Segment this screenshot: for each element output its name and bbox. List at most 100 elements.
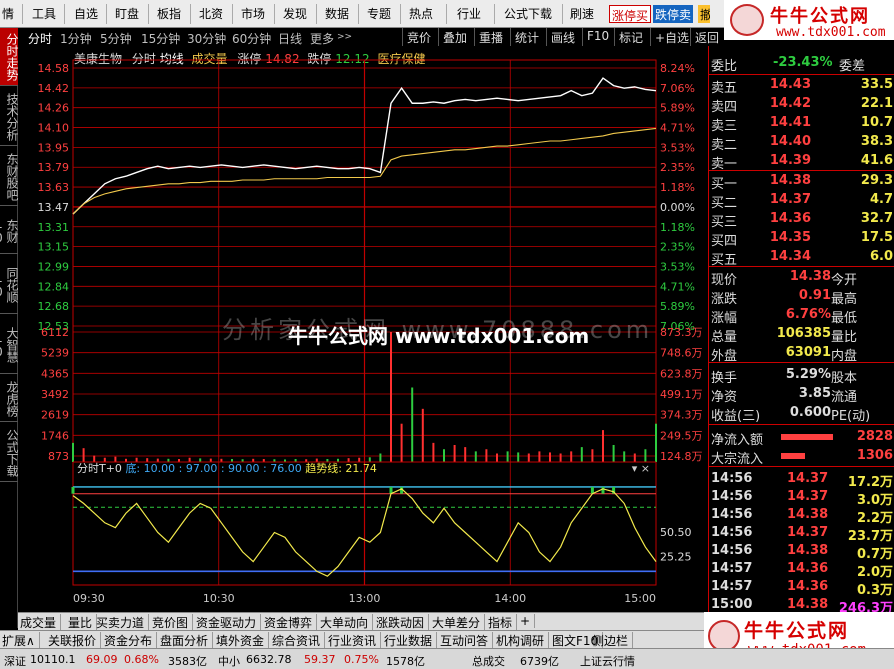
menu-item-data[interactable]: 数据 (325, 5, 349, 22)
bottom-tab-item[interactable]: 资金分布 (104, 632, 158, 649)
percent-tick-label: 3.53% (660, 141, 695, 154)
menu-item-northbound[interactable]: 北资 (199, 5, 223, 22)
bottom-tab-item[interactable]: 综合资讯 (272, 632, 326, 649)
cancel-order-button[interactable]: 撤 (698, 5, 710, 23)
bottom-tab-item[interactable]: 买卖力道 (96, 614, 150, 631)
draw-line-button[interactable]: 画线 (546, 28, 579, 46)
bottom-tab-item[interactable]: 量比 (68, 614, 98, 631)
time-tick-label: 15:00 (624, 592, 656, 605)
tick-time: 14:56 (711, 489, 753, 504)
tick-row: 14:57 14.36 0.3万 (709, 578, 894, 598)
bottom-tab-item[interactable]: 行业数据 (384, 632, 438, 649)
menu-item-formula-download[interactable]: 公式下载 (504, 5, 552, 22)
tab-formula-download[interactable]: 公式下载 (0, 424, 19, 482)
auction-button[interactable]: 竞价 (402, 28, 435, 46)
overlay-button[interactable]: 叠加 (438, 28, 471, 46)
bottom-tab-item[interactable]: 扩展∧ (2, 632, 40, 649)
status-sme-change: 59.37 (304, 653, 336, 666)
period-tab-30min[interactable]: 30分钟 (187, 30, 226, 47)
menu-item-quote[interactable]: 情 (2, 5, 14, 22)
period-tab-15min[interactable]: 15分钟 (141, 30, 180, 47)
sell-level-row: 卖二 14.40 38.3 (709, 133, 894, 153)
bottom-tab-item[interactable]: 指标 (488, 614, 518, 631)
order-ratio-label: 委比 (711, 59, 738, 74)
bottom-tab-item[interactable]: + (520, 614, 536, 628)
percent-tick-label: 1.18% (660, 221, 695, 234)
period-tab-60min[interactable]: 60分钟 (232, 30, 271, 47)
limit-down-sell-button[interactable]: 跌停卖 (653, 5, 694, 23)
status-sz-index: 10110.1 (30, 653, 76, 666)
tab-eastmoney-10[interactable]: 东财10 (0, 208, 19, 254)
indicator-close-icon: ▾ × (632, 462, 650, 475)
tab-technical[interactable]: 技术分析 (0, 88, 19, 146)
status-feed-label: 上证云行情 (580, 655, 635, 668)
bottom-tab-item[interactable]: 成交量 (20, 614, 62, 631)
tab-eastmoney-forum[interactable]: 东财股吧 (0, 148, 19, 206)
bottom-tab-item[interactable]: 资金博弈 (264, 614, 318, 631)
extension-tab-bar: 扩展∧ 关联报价 资金分布 盘面分析 填外资金 综合资讯 行业资讯 行业数据 互动问答 机构调研图… (0, 630, 708, 649)
limit-up-buy-button[interactable]: 涨停买 (609, 5, 652, 23)
quote-label: 涨跌 (711, 292, 738, 307)
bottom-tab-item[interactable]: 竞价图 (152, 614, 194, 631)
quote-row: 涨跌 0.91 最高 (709, 287, 894, 307)
logo-url: www.tdx001.com (776, 25, 886, 40)
buy-level-volume: 17.5 (860, 230, 893, 245)
stats-button[interactable]: 统计 (510, 28, 543, 46)
bottom-tab-item[interactable]: 互动问答 (440, 632, 494, 649)
sell-level-volume: 22.1 (860, 96, 893, 111)
buy-level-row: 买三 14.36 32.7 (709, 210, 894, 230)
order-ratio-value: -23.43% (773, 55, 833, 70)
bottom-tab-item[interactable]: 行业资讯 (328, 632, 382, 649)
sell-level-price: 14.41 (769, 115, 811, 130)
bottom-tab-item[interactable]: 关联报价 (48, 632, 102, 649)
amount-tick-label: 748.6万 (660, 347, 703, 360)
info-label-2: PE(动) (831, 409, 871, 424)
info-label-2: 股本 (831, 371, 858, 386)
period-tab-more[interactable]: 更多 (310, 30, 334, 47)
menu-item-index[interactable]: 板指 (157, 5, 181, 22)
bottom-tab-item[interactable]: 填外资金 (216, 632, 270, 649)
add-watchlist-button[interactable]: +自选 (650, 28, 693, 46)
info-value: 0.600 (789, 405, 831, 420)
chevron-right-icon[interactable]: >> (337, 32, 352, 42)
menu-item-watchlist[interactable]: 自选 (74, 5, 98, 22)
menu-item-tools[interactable]: 工具 (32, 5, 56, 22)
bottom-tab-item[interactable]: 机构调研 (496, 632, 550, 649)
bottom-tab-item[interactable]: 侧边栏 (592, 632, 634, 649)
period-tab-intraday[interactable]: 分时 (28, 30, 52, 47)
tab-dragon-tiger[interactable]: 龙虎榜 (0, 376, 19, 422)
quote-row: 外盘 63091 内盘 (709, 344, 894, 364)
bottom-tab-item[interactable]: 大单动向 (320, 614, 374, 631)
buy-level-volume: 32.7 (860, 211, 893, 226)
quote-row: 总量 106385 量比 (709, 325, 894, 345)
menu-item-market[interactable]: 市场 (241, 5, 265, 22)
period-tab-1min[interactable]: 1分钟 (60, 30, 92, 47)
menu-item-speed-test[interactable]: 刷速 (570, 5, 594, 22)
bottom-tab-item[interactable]: 资金驱动力 (196, 614, 262, 631)
mark-button[interactable]: 标记 (614, 28, 647, 46)
quote-label: 外盘 (711, 349, 738, 364)
back-button[interactable]: 返回 (690, 28, 723, 46)
price-tick-label: 13.95 (38, 141, 70, 154)
replay-button[interactable]: 重播 (474, 28, 507, 46)
menu-item-hot[interactable]: 热点 (409, 5, 433, 22)
percent-tick-label: 2.35% (660, 241, 695, 254)
menu-item-discover[interactable]: 发现 (283, 5, 307, 22)
period-tab-5min[interactable]: 5分钟 (100, 30, 132, 47)
info-label: 换手 (711, 371, 738, 386)
tab-dzh-10[interactable]: 大智慧10 (0, 316, 19, 374)
bottom-tab-item[interactable]: 大单差分 (432, 614, 486, 631)
f10-button[interactable]: F10 (582, 28, 613, 46)
bottom-tab-item[interactable]: 涨跌动因 (376, 614, 430, 631)
tab-intraday[interactable]: 分时走势 (0, 28, 19, 86)
price-tick-label: 13.63 (38, 181, 70, 194)
period-tab-daily[interactable]: 日线 (278, 30, 302, 47)
tick-row: 14:57 14.36 2.0万 (709, 560, 894, 580)
tick-row: 14:56 14.37 23.7万 (709, 524, 894, 544)
tab-ths-10[interactable]: 同花顺10 (0, 256, 19, 314)
menu-item-monitor[interactable]: 盯盘 (115, 5, 139, 22)
bottom-tab-item[interactable]: 盘面分析 (160, 632, 214, 649)
quote-row: 现价 14.38 今开 (709, 268, 894, 288)
menu-item-topics[interactable]: 专题 (367, 5, 391, 22)
menu-item-industry[interactable]: 行业 (457, 5, 481, 22)
